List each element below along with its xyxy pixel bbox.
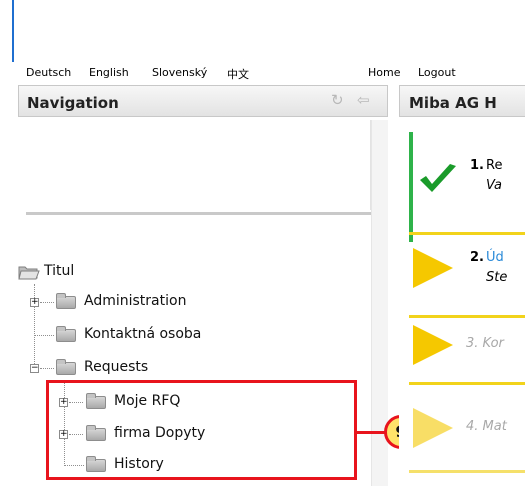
lang-deutsch-link[interactable]: Deutsch bbox=[26, 66, 71, 79]
home-link[interactable]: Home bbox=[368, 66, 400, 79]
tree-item-requests[interactable]: − Requests bbox=[26, 358, 246, 378]
tree-item-administration[interactable]: + Administration bbox=[26, 292, 246, 312]
folder-icon bbox=[56, 326, 76, 342]
navigation-panel-header: Navigation ↻ ⇦ bbox=[18, 85, 388, 117]
step-1-number: 1. bbox=[470, 158, 484, 173]
tree-item-kontaktna-osoba[interactable]: Kontaktná osoba bbox=[26, 325, 246, 345]
step-divider bbox=[409, 232, 525, 235]
step-2-arrow-icon bbox=[413, 248, 453, 288]
main-panel-title: Miba AG H bbox=[409, 94, 497, 112]
tree-item-label: Administration bbox=[84, 293, 187, 309]
tree-item-label: Kontaktná osoba bbox=[84, 326, 202, 342]
step-3-title: 3. Kor bbox=[466, 336, 504, 351]
step-3-arrow-icon bbox=[413, 325, 453, 365]
tree-root[interactable]: Titul bbox=[18, 262, 138, 282]
collapse-left-icon[interactable]: ⇦ bbox=[357, 91, 370, 109]
main-panel-header: Miba AG H bbox=[399, 85, 525, 117]
lang-chinese-link[interactable]: 中文 bbox=[227, 66, 249, 82]
navigation-blank-area bbox=[18, 120, 371, 210]
step-1-title: Re bbox=[486, 158, 503, 173]
step-2-subtitle: Ste bbox=[486, 270, 508, 285]
refresh-icon[interactable]: ↻ bbox=[331, 91, 344, 109]
tree-connector bbox=[40, 302, 54, 303]
folder-icon bbox=[56, 359, 76, 375]
lang-english-link[interactable]: English bbox=[89, 66, 129, 79]
lang-slovensky-link[interactable]: Slovenský bbox=[152, 66, 207, 79]
navigation-title: Navigation bbox=[27, 94, 119, 112]
step-divider bbox=[409, 470, 525, 473]
step-divider bbox=[409, 315, 525, 318]
logout-link[interactable]: Logout bbox=[418, 66, 456, 79]
step-progress-bar bbox=[409, 132, 413, 242]
step-2-number: 2. bbox=[470, 250, 484, 265]
step-2-link[interactable]: Úd bbox=[486, 250, 504, 265]
checkmark-icon bbox=[420, 164, 456, 192]
navigation-separator bbox=[26, 212, 371, 215]
collapse-minus-icon[interactable]: − bbox=[30, 364, 39, 373]
open-folder-icon bbox=[18, 266, 40, 280]
tree-root-label: Titul bbox=[44, 263, 75, 279]
step-4-arrow-icon bbox=[413, 408, 453, 448]
language-bar: Deutsch English Slovenský 中文 Home Logout bbox=[26, 66, 525, 82]
folder-icon bbox=[56, 293, 76, 309]
window-edge-line bbox=[12, 0, 14, 62]
tree-connector bbox=[34, 335, 54, 336]
expand-plus-icon[interactable]: + bbox=[30, 298, 39, 307]
step-4-title: 4. Mat bbox=[466, 419, 507, 434]
highlight-box bbox=[46, 380, 357, 480]
step-1-subtitle: Va bbox=[486, 178, 503, 193]
tree-connector bbox=[40, 368, 54, 369]
tree-item-label: Requests bbox=[84, 359, 149, 375]
step-divider bbox=[409, 382, 525, 385]
